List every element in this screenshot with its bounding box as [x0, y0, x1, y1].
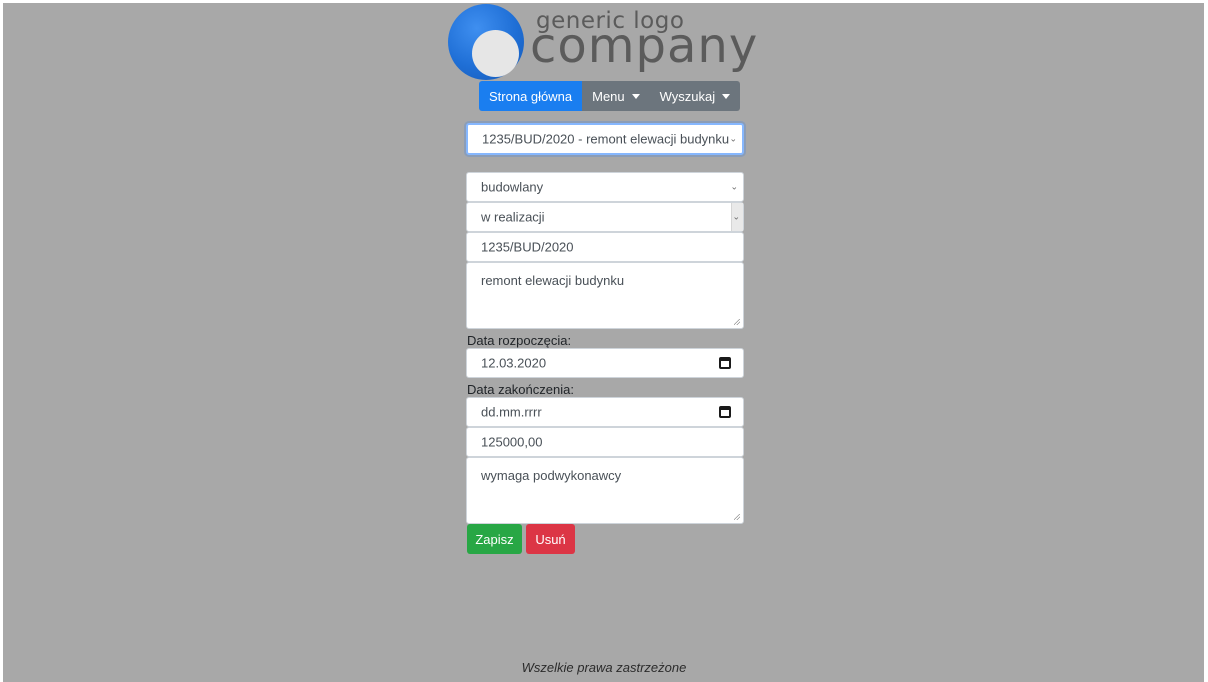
end-date-placeholder: dd.mm.rrrr — [481, 404, 542, 420]
calendar-icon[interactable] — [719, 406, 731, 418]
resize-handle-icon[interactable] — [734, 319, 740, 325]
logo-main-text: company — [530, 18, 759, 74]
start-date-value: 12.03.2020 — [481, 355, 547, 371]
project-select-value: 1235/BUD/2020 - remont elewacji budynku — [482, 131, 730, 147]
chevron-down-icon: ⌄ — [730, 181, 738, 192]
notes-textarea[interactable]: wymaga podwykonawcy — [466, 457, 744, 524]
chevron-down-icon: ⌄ — [732, 211, 740, 222]
chevron-down-icon: ⌄ — [729, 133, 737, 144]
nav-home-button[interactable]: Strona główna — [479, 81, 583, 111]
footer-copyright: Wszelkie prawa zastrzeżone — [521, 660, 687, 675]
status-select[interactable]: w realizacji ⌄ — [466, 202, 744, 232]
project-select[interactable]: 1235/BUD/2020 - remont elewacji budynku … — [466, 123, 744, 155]
nav-search-label: Wyszukaj — [659, 88, 716, 104]
company-logo: generic logo company — [448, 4, 768, 80]
delete-button[interactable]: Usuń — [526, 524, 575, 554]
start-date-label: Data rozpoczęcia: — [467, 333, 572, 348]
amount-input[interactable]: 125000,00 — [466, 427, 744, 457]
calendar-icon[interactable] — [719, 357, 731, 369]
end-date-input[interactable]: dd.mm.rrrr — [466, 397, 744, 427]
caret-down-icon — [722, 93, 731, 99]
type-select[interactable]: budowlany ⌄ — [466, 172, 744, 202]
notes-value: wymaga podwykonawcy — [481, 468, 622, 483]
resize-handle-icon[interactable] — [734, 514, 740, 520]
amount-value: 125000,00 — [481, 434, 543, 450]
nav-search-dropdown[interactable]: Wyszukaj — [649, 81, 741, 111]
type-select-value: budowlany — [481, 179, 544, 195]
end-date-label: Data zakończenia: — [467, 382, 574, 397]
start-date-input[interactable]: 12.03.2020 — [466, 348, 744, 378]
main-nav: Strona główna Menu Wyszukaj — [479, 81, 741, 111]
nav-menu-dropdown[interactable]: Menu — [582, 81, 650, 111]
nav-menu-label: Menu — [592, 88, 625, 104]
nav-home-label: Strona główna — [489, 88, 573, 104]
logo-inner-circle — [472, 30, 519, 77]
save-button[interactable]: Zapisz — [467, 524, 522, 554]
description-value: remont elewacji budynku — [481, 273, 625, 288]
project-number-value: 1235/BUD/2020 — [481, 239, 574, 255]
status-select-value: w realizacji — [481, 209, 545, 225]
description-textarea[interactable]: remont elewacji budynku — [466, 262, 744, 329]
caret-down-icon — [631, 93, 640, 99]
project-number-input[interactable]: 1235/BUD/2020 — [466, 232, 744, 262]
